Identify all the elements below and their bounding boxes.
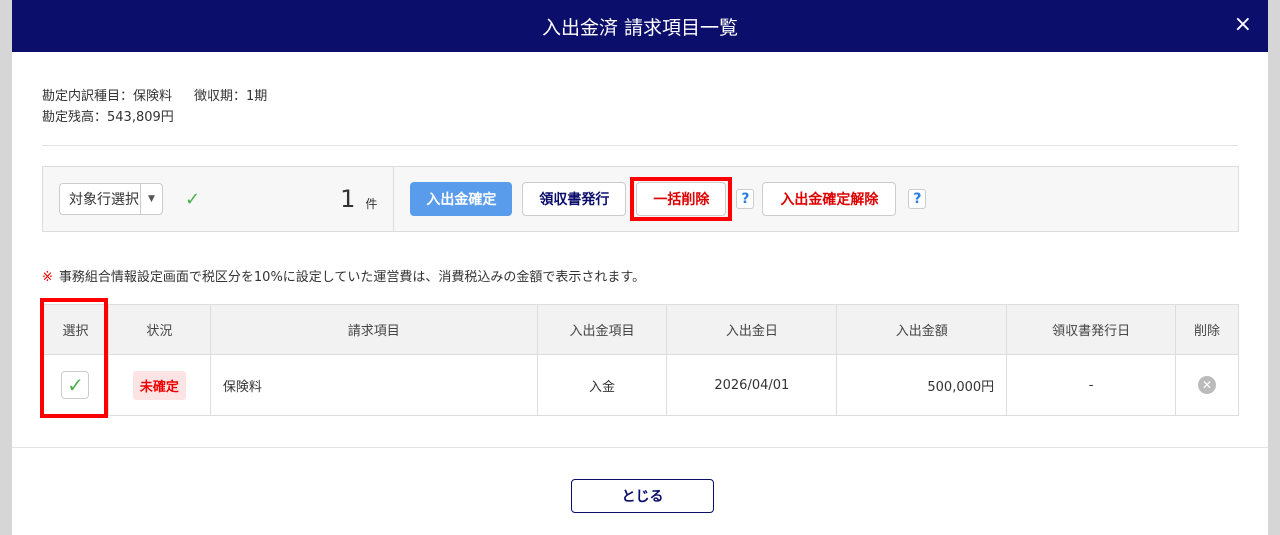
account-info: 勘定内訳種目：保険料 徴収期：1期 勘定残高：543,809円 [42,86,289,128]
close-icon[interactable]: × [1234,12,1252,37]
modal: 入出金済 請求項目一覧 × 勘定内訳種目：保険料 徴収期：1期 勘定残高：543,… [12,0,1268,535]
close-button[interactable]: とじる [571,479,714,513]
row-select-label: 対象行選択 [69,192,139,208]
confirm-button[interactable]: 入出金確定 [410,182,513,216]
divider [12,447,1268,448]
table-row: ✓ 未確定 保険料 入金 2026/04/01 500,000円 - ✕ [42,354,1240,416]
item-cell: 保険料 [209,354,538,416]
col-item: 請求項目 [209,304,538,355]
note-text: 事務組合情報設定画面で税区分を10%に設定していた運営費は、消費税込みの金額で表… [58,270,646,285]
status-badge: 未確定 [132,370,186,400]
bulk-delete-button[interactable]: 一括削除 [636,182,727,216]
type-cell: 入金 [536,354,668,416]
check-icon: ✓ [185,188,201,210]
date-cell: 2026/04/01 [666,354,838,416]
divider [393,167,395,231]
selected-count: 1 [340,185,356,213]
note-mark: ※ [42,270,53,285]
row-select-dropdown[interactable]: 対象行選択 ▼ [59,183,163,215]
col-receipt-date: 領収書発行日 [1006,304,1176,355]
issue-receipt-button[interactable]: 領収書発行 [522,182,627,216]
delete-icon[interactable]: ✕ [1197,376,1216,394]
table-header: 選択 状況 請求項目 入出金項目 入出金日 入出金額 領収書発行日 削除 [42,304,1240,355]
modal-title: 入出金済 請求項目一覧 [541,16,739,39]
toolbar: 対象行選択 ▼ ✓ 1 件 入出金確定 領収書発行 一括削除 ? 入出金確定解除 … [42,166,1239,232]
unconfirm-button[interactable]: 入出金確定解除 [762,182,897,216]
highlight-box [40,298,108,418]
col-type: 入出金項目 [536,304,668,355]
col-status: 状況 [107,304,211,355]
help-icon[interactable]: ? [908,189,927,209]
balance: 勘定残高：543,809円 [42,110,174,125]
col-date: 入出金日 [666,304,838,355]
item-type: 勘定内訳種目：保険料 [42,89,173,104]
period: 徴収期：1期 [194,89,268,104]
billing-table: 選択 状況 請求項目 入出金項目 入出金日 入出金額 領収書発行日 削除 ✓ 未… [42,304,1240,416]
amount-cell: 500,000円 [836,354,1008,416]
modal-header: 入出金済 請求項目一覧 × [12,0,1268,52]
col-amount: 入出金額 [836,304,1008,355]
help-icon[interactable]: ? [736,189,755,209]
highlight-box: 一括削除 [630,177,733,221]
receipt-date-cell: - [1006,354,1176,416]
col-delete: 削除 [1174,304,1240,355]
tax-note: ※ 事務組合情報設定画面で税区分を10%に設定していた運営費は、消費税込みの金額で… [42,266,645,285]
divider [42,145,1238,146]
count-unit: 件 [365,196,378,211]
chevron-down-icon: ▼ [140,184,162,214]
